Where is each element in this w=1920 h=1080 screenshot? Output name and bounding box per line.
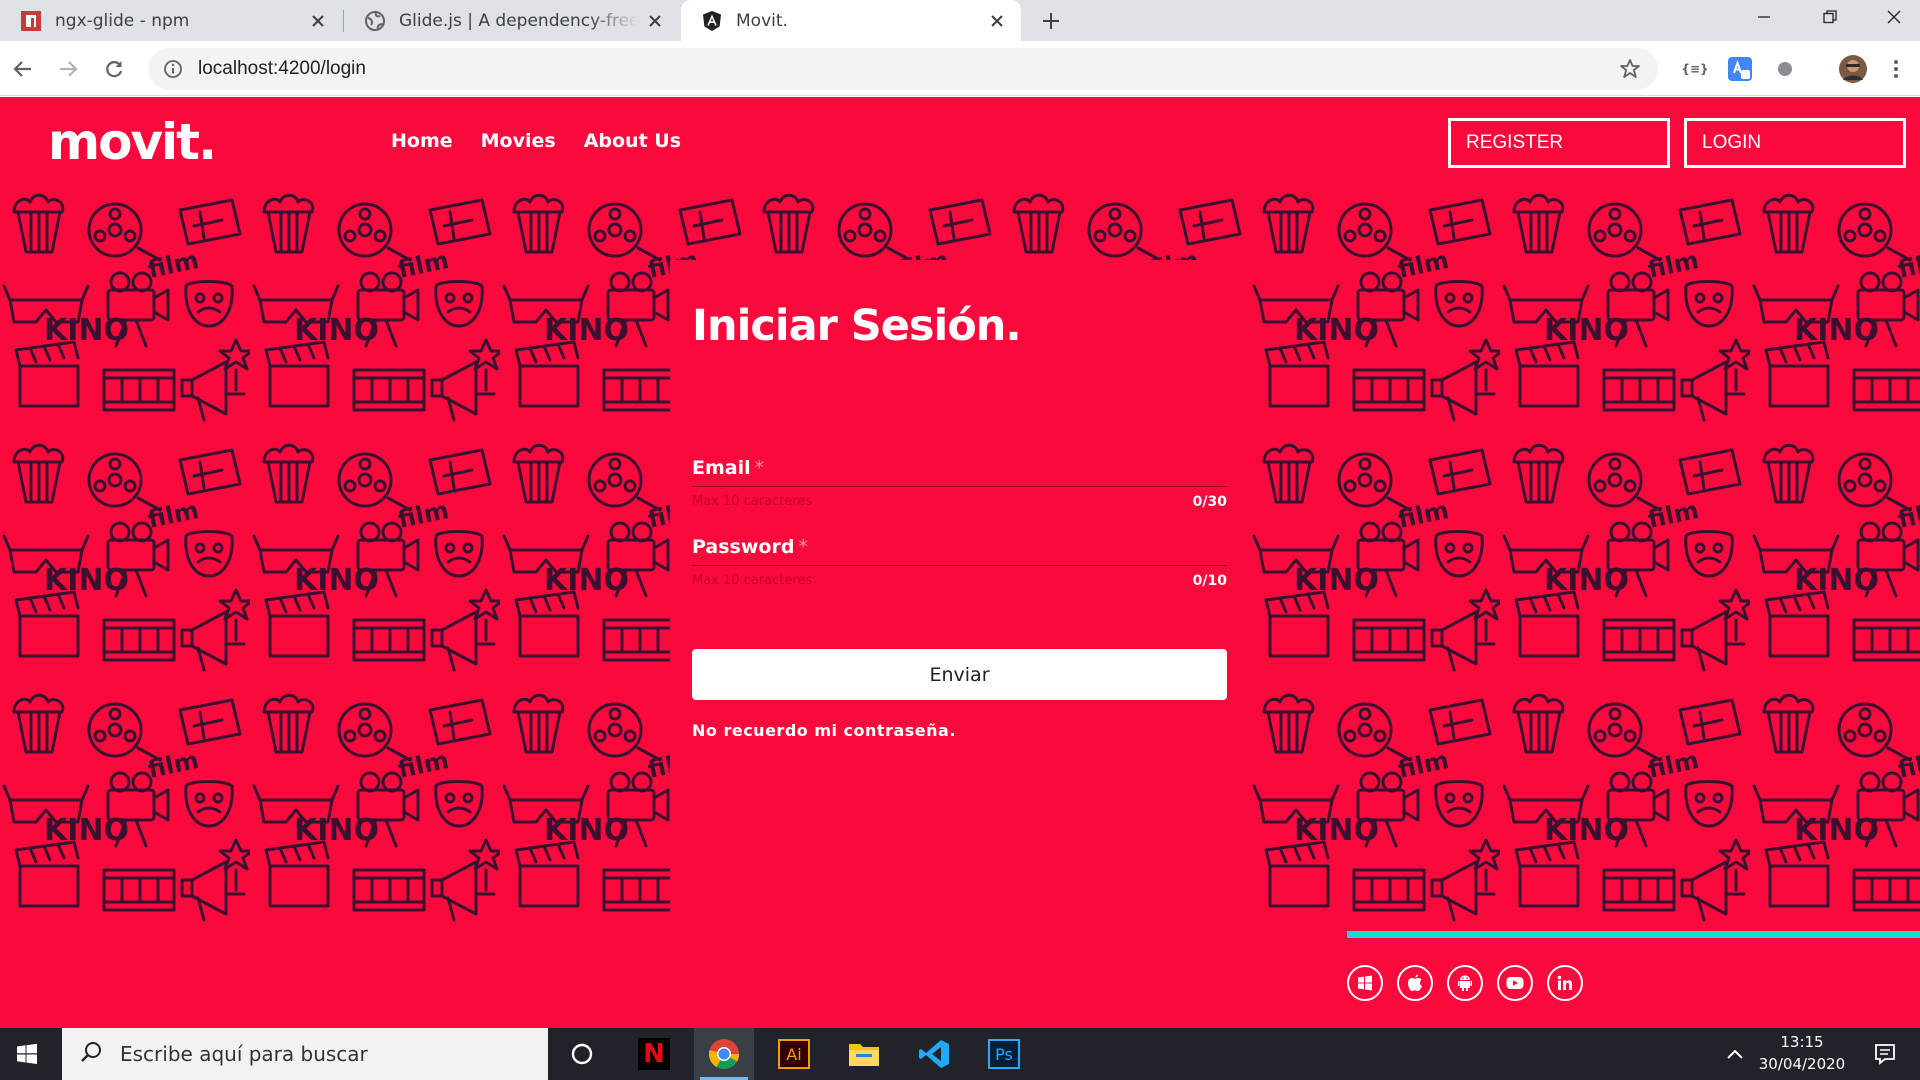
npm-icon (20, 10, 42, 32)
chrome-icon[interactable] (694, 1028, 754, 1080)
tab-title: Glide.js | A dependency-free JavaScript (399, 10, 637, 31)
windows-start-icon[interactable] (0, 1028, 54, 1080)
nav-home[interactable]: Home (391, 130, 453, 152)
close-tab-icon[interactable] (987, 11, 1007, 31)
site-header: movit. Home Movies About Us REGISTER LOG… (0, 97, 1920, 190)
clock-time: 13:15 (1780, 1033, 1824, 1051)
back-button[interactable] (8, 54, 38, 84)
email-char-counter: 0/30 (1192, 494, 1227, 510)
forgot-password-link[interactable]: No recuerdo mi contraseña. (692, 721, 956, 740)
reload-button[interactable] (99, 54, 129, 84)
vscode-icon[interactable] (904, 1028, 964, 1080)
browser-tab-npm[interactable]: ngx-glide - npm (0, 0, 342, 41)
password-hint: Max 10 caracteres (692, 573, 813, 588)
browser-toolbar: localhost:4200/login {≡} (0, 41, 1920, 96)
youtube-icon[interactable] (1497, 965, 1533, 1001)
linkedin-icon[interactable] (1547, 965, 1583, 1001)
restore-button[interactable] (1800, 0, 1860, 34)
email-hint-row: Max 10 caracteres 0/30 (692, 494, 1227, 510)
close-tab-icon[interactable] (645, 11, 665, 31)
windows-icon[interactable] (1347, 965, 1383, 1001)
tab-title: ngx-glide - npm (55, 10, 190, 31)
photoshop-label: Ps (995, 1044, 1013, 1064)
url-text[interactable]: localhost:4200/login (198, 58, 1618, 80)
close-tab-icon[interactable] (308, 11, 328, 31)
accent-bar (1347, 931, 1920, 938)
email-field[interactable]: Email * Max 10 caracteres 0/30 (692, 457, 1227, 510)
extension-dot-icon[interactable] (1770, 54, 1800, 84)
nav-about-us[interactable]: About Us (584, 130, 681, 152)
login-button[interactable]: LOGIN (1684, 118, 1906, 168)
login-title: Iniciar Sesión. (692, 301, 1022, 351)
submit-button[interactable]: Enviar (692, 649, 1227, 700)
site-logo[interactable]: movit. (48, 113, 217, 171)
globe-icon (364, 10, 386, 32)
email-label-text: Email (692, 457, 751, 479)
social-links (1347, 965, 1583, 1001)
browser-tab-strip: ngx-glide - npm Glide.js | A dependency-… (0, 0, 1920, 41)
main-nav: Home Movies About Us (391, 130, 681, 152)
new-tab-button[interactable] (1038, 8, 1064, 34)
profile-avatar[interactable] (1838, 54, 1868, 84)
address-bar[interactable]: localhost:4200/login (148, 48, 1658, 90)
translate-extension-icon[interactable] (1725, 54, 1755, 84)
password-hint-row: Max 10 caracteres 0/10 (692, 573, 1227, 589)
password-field[interactable]: Password * Max 10 caracteres 0/10 (692, 536, 1227, 589)
json-extension-icon[interactable]: {≡} (1680, 54, 1710, 84)
chevron-up-icon[interactable] (1720, 1028, 1750, 1080)
android-icon[interactable] (1447, 965, 1483, 1001)
illustrator-label: Ai (786, 1044, 802, 1064)
apple-icon[interactable] (1397, 965, 1433, 1001)
email-label: Email * (692, 457, 1227, 479)
login-panel: Iniciar Sesión. Email * Max 10 caracteres… (670, 260, 1250, 955)
taskbar-search[interactable]: Escribe aquí para buscar (62, 1028, 548, 1080)
illustrator-icon[interactable]: Ai (764, 1028, 824, 1080)
photoshop-icon[interactable]: Ps (974, 1028, 1034, 1080)
clock-date: 30/04/2020 (1758, 1055, 1846, 1073)
email-hint: Max 10 caracteres (692, 494, 813, 509)
file-explorer-icon[interactable] (834, 1028, 894, 1080)
system-clock[interactable]: 13:15 30/04/2020 (1752, 1031, 1852, 1075)
browser-tab-glide[interactable]: Glide.js | A dependency-free JavaScript (344, 0, 679, 41)
required-mark: * (798, 536, 808, 558)
search-placeholder: Escribe aquí para buscar (120, 1042, 368, 1066)
required-mark: * (754, 457, 765, 479)
password-input-underline[interactable] (692, 565, 1227, 566)
minimize-button[interactable] (1734, 0, 1794, 34)
tab-title: Movit. (736, 10, 788, 31)
password-char-counter: 0/10 (1192, 573, 1227, 589)
notification-center-icon[interactable] (1860, 1028, 1910, 1080)
netflix-icon[interactable]: N (624, 1028, 684, 1080)
email-input-underline[interactable] (692, 486, 1227, 487)
close-window-button[interactable] (1864, 0, 1920, 34)
register-button[interactable]: REGISTER (1448, 118, 1670, 168)
windows-taskbar: Escribe aquí para buscar N Ai Ps 13:15 3… (0, 1028, 1920, 1080)
password-label: Password * (692, 536, 1227, 558)
browser-menu-icon[interactable] (1881, 54, 1911, 84)
search-icon (80, 1041, 102, 1067)
browser-tab-movit[interactable]: Movit. (681, 0, 1021, 41)
angular-icon (701, 10, 723, 32)
netflix-letter: N (643, 1039, 665, 1069)
nav-movies[interactable]: Movies (481, 130, 556, 152)
web-page: movit. Home Movies About Us REGISTER LOG… (0, 97, 1920, 1028)
password-label-text: Password (692, 536, 795, 558)
cortana-icon[interactable] (558, 1028, 606, 1080)
forward-button[interactable] (53, 54, 83, 84)
site-info-icon[interactable] (162, 58, 184, 80)
bookmark-star-icon[interactable] (1618, 57, 1642, 81)
